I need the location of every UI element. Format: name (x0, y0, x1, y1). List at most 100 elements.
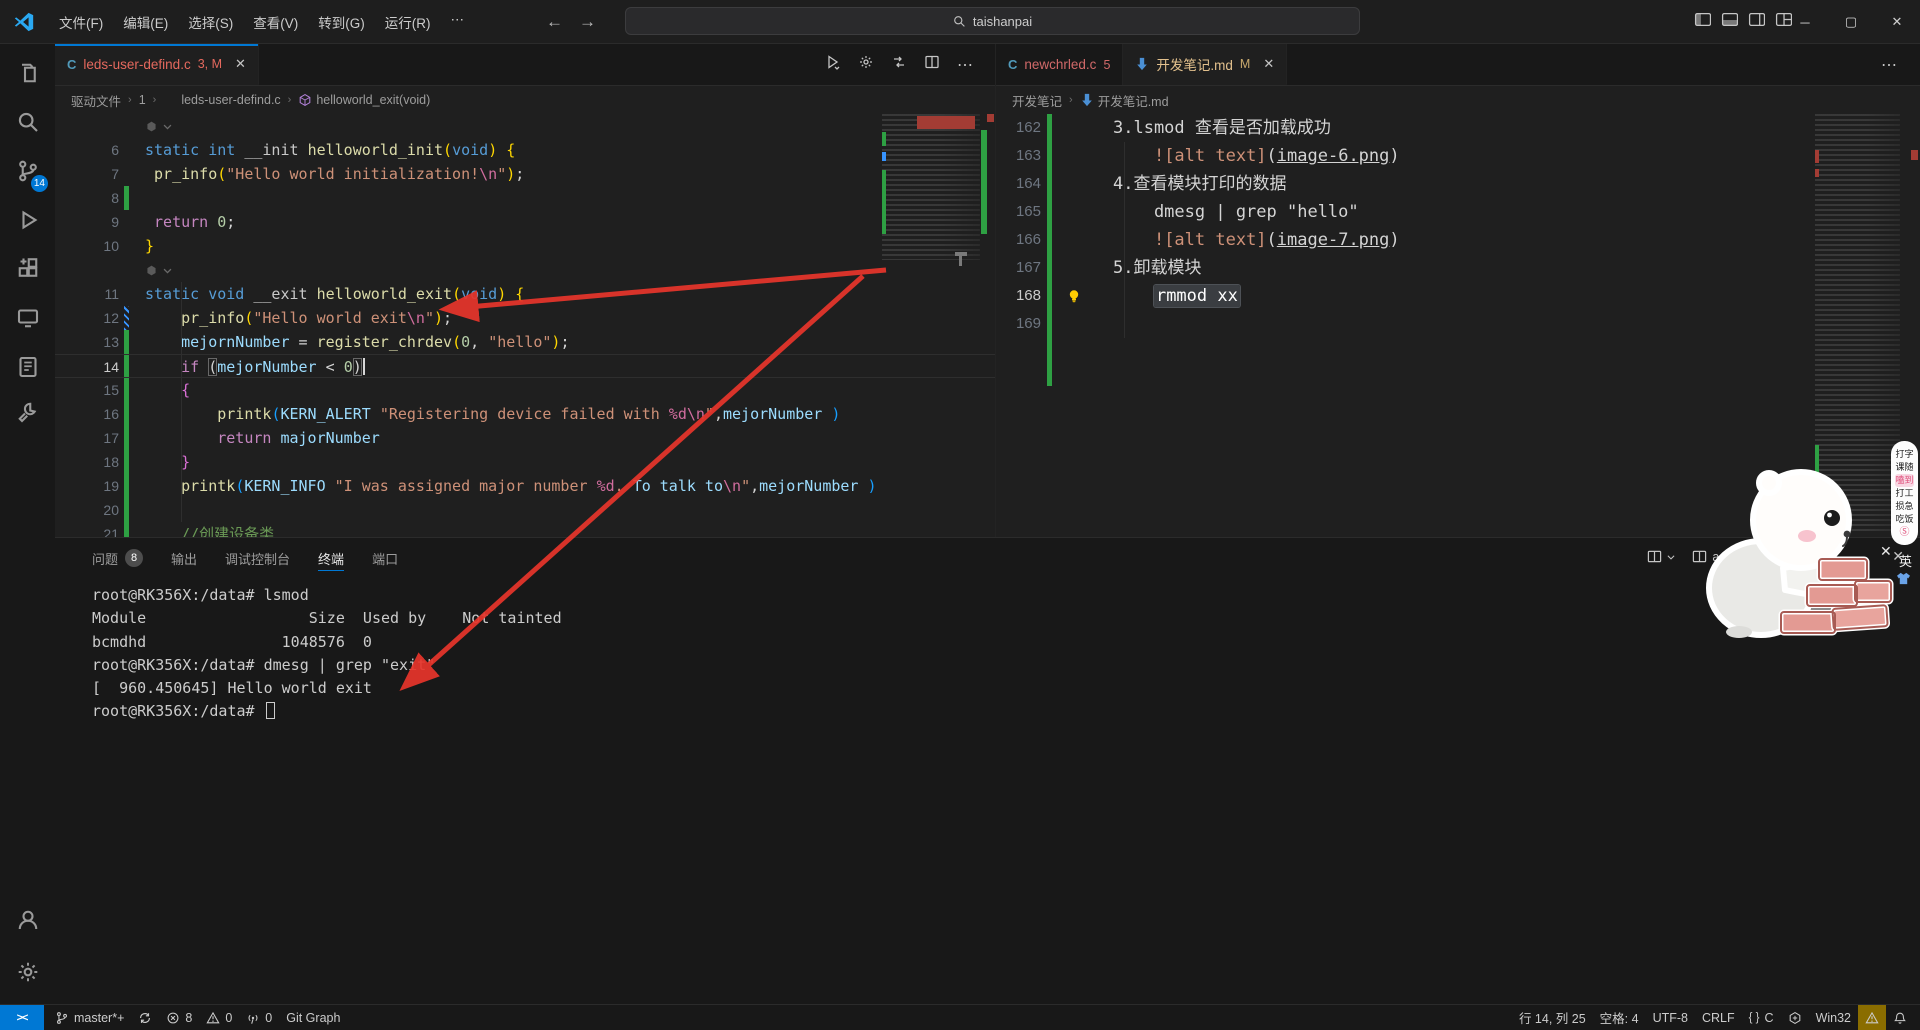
panel-tab-问题[interactable]: 问题8 (92, 538, 143, 578)
activity-remote-explorer-icon[interactable] (0, 294, 55, 342)
activity-toolbox-icon[interactable] (0, 388, 55, 436)
status-Win32[interactable]: Win32 (1809, 1005, 1858, 1030)
activity-explorer-icon[interactable] (0, 49, 55, 97)
close-tab-icon[interactable]: ✕ (1263, 56, 1274, 72)
code-line[interactable]: 163 ![alt text](image-6.png) (996, 142, 1920, 170)
status-空格: 4[interactable]: 空格: 4 (1593, 1005, 1646, 1030)
tab-newchrled[interactable]: C newchrled.c 5 (996, 44, 1123, 85)
status-0[interactable]: 0 (199, 1005, 239, 1030)
status-warning-icon[interactable] (1858, 1005, 1886, 1030)
menu-运行(R)[interactable]: 运行(R) (375, 7, 441, 37)
terminal-profile-adb[interactable]: adb (1692, 549, 1733, 564)
menu-查看(V)[interactable]: 查看(V) (243, 7, 308, 37)
status-0[interactable]: 0 (239, 1005, 279, 1030)
toggle-panel-icon[interactable] (1721, 11, 1738, 33)
menu-选择(S)[interactable]: 选择(S) (178, 7, 243, 37)
activity-settings-gear-icon[interactable] (0, 948, 55, 996)
panel-tab-终端[interactable]: 终端 (318, 538, 344, 578)
terminal-output[interactable]: root@RK356X:/data# lsmodModule Size Used… (92, 584, 562, 724)
status-CRLF[interactable]: CRLF (1695, 1005, 1742, 1030)
code-line[interactable]: 1644.查看模块打印的数据 (996, 170, 1920, 198)
breadcrumb-item[interactable]: 开发笔记 (1012, 91, 1062, 110)
code-line[interactable]: 13 mejornNumber = register_chrdev(0, "he… (55, 330, 995, 354)
nav-back-icon[interactable]: ← (546, 12, 563, 32)
status-行 14, 列 25[interactable]: 行 14, 列 25 (1512, 1005, 1593, 1030)
scrollbar-left[interactable] (980, 114, 995, 537)
lightbulb-icon[interactable] (1055, 282, 1093, 310)
breadcrumb-item[interactable]: leds-user-defind.c (163, 93, 280, 107)
code-line[interactable]: 12 pr_info("Hello world exit\n"); (55, 306, 995, 330)
terminal-extra-button[interactable] (1749, 549, 1764, 564)
panel-tab-端口[interactable]: 端口 (372, 538, 398, 578)
run-icon[interactable] (825, 54, 841, 75)
split-terminal-button[interactable] (1647, 549, 1676, 564)
minimize-button[interactable]: ─ (1782, 0, 1828, 44)
status-UTF-8[interactable]: UTF-8 (1646, 1005, 1695, 1030)
gear-icon[interactable] (858, 54, 874, 75)
more-actions-icon[interactable]: ⋯ (957, 55, 973, 75)
activity-run-debug-icon[interactable] (0, 196, 55, 244)
status-bell-icon[interactable] (1886, 1005, 1914, 1030)
toggle-sidebar-icon[interactable] (1694, 11, 1711, 33)
tab-leds-user-defind[interactable]: C leds-user-defind.c 3, M ✕ (55, 44, 259, 85)
close-tab-icon[interactable]: ✕ (235, 56, 246, 72)
ime-close-icon[interactable]: ✕ (1880, 543, 1892, 560)
ime-language-indicator[interactable]: 英 (1899, 551, 1912, 570)
open-changes-icon[interactable] (891, 54, 907, 75)
code-line[interactable]: 7 pr_info("Hello world initialization!\n… (55, 162, 995, 186)
code-line[interactable]: 14 if (mejorNumber < 0) (55, 354, 995, 378)
remote-indicator[interactable]: >< (0, 1005, 44, 1030)
code-line[interactable]: 169 (996, 310, 1920, 338)
code-line[interactable]: 21 //创建设备类 (55, 522, 995, 537)
code-line[interactable]: 10} (55, 234, 995, 258)
activity-account-icon[interactable] (0, 896, 55, 944)
inline-decoration-row[interactable] (55, 258, 995, 282)
code-line[interactable]: 1623.lsmod 查看是否加载成功 (996, 114, 1920, 142)
minimap-right[interactable] (1815, 114, 1900, 534)
status-C[interactable]: { }C (1742, 1005, 1781, 1030)
menu-文件(F)[interactable]: 文件(F) (49, 7, 113, 37)
panel-tab-输出[interactable]: 输出 (171, 538, 197, 578)
toggle-secondary-sidebar-icon[interactable] (1748, 11, 1765, 33)
code-line[interactable]: 20 (55, 498, 995, 522)
code-line[interactable]: 9 return 0; (55, 210, 995, 234)
breadcrumb-item[interactable]: helloworld_exit(void) (298, 93, 430, 107)
breadcrumb-item[interactable]: 开发笔记.md (1080, 91, 1169, 110)
code-line[interactable]: 16 printk(KERN_ALERT "Registering device… (55, 402, 995, 426)
activity-notebook-icon[interactable] (0, 343, 55, 391)
code-line[interactable]: 11static void __exit helloworld_exit(voi… (55, 282, 995, 306)
code-line[interactable]: 1675.卸载模块 (996, 254, 1920, 282)
command-center-search[interactable]: taishanpai (625, 7, 1360, 35)
more-actions-icon[interactable]: ⋯ (1881, 55, 1898, 75)
breadcrumb-item[interactable]: 1 (139, 93, 146, 107)
editor-left-content[interactable]: 6static int __init helloworld_init(void)… (55, 114, 995, 537)
status-sync-icon[interactable] (131, 1005, 159, 1030)
panel-tab-调试控制台[interactable]: 调试控制台 (225, 538, 290, 578)
nav-forward-icon[interactable]: → (579, 12, 596, 32)
status-cpptools-icon[interactable] (1781, 1005, 1809, 1030)
inline-decoration-row[interactable] (55, 114, 995, 138)
activity-source-control-icon[interactable]: 14 (0, 147, 55, 195)
breadcrumb-item[interactable]: 驱动文件 (71, 91, 121, 110)
tab-dev-notes[interactable]: 开发笔记.md M ✕ (1123, 44, 1287, 85)
menu-转到(G)[interactable]: 转到(G) (308, 7, 375, 37)
breadcrumb-left[interactable]: 驱动文件›1›leds-user-defind.c›helloworld_exi… (55, 86, 995, 114)
split-editor-icon[interactable] (924, 54, 940, 75)
code-line[interactable]: 18 } (55, 450, 995, 474)
breadcrumb-right[interactable]: 开发笔记›开发笔记.md (996, 86, 1920, 114)
status-master*+[interactable]: master*+ (48, 1005, 131, 1030)
code-line[interactable]: 168 rmmod xx (996, 282, 1920, 310)
status-8[interactable]: 8 (159, 1005, 199, 1030)
activity-extensions-icon[interactable] (0, 245, 55, 293)
code-line[interactable]: 19 printk(KERN_INFO "I was assigned majo… (55, 474, 995, 498)
minimap-left[interactable] (882, 114, 980, 260)
code-line[interactable]: 166 ![alt text](image-7.png) (996, 226, 1920, 254)
close-window-button[interactable]: ✕ (1874, 0, 1920, 44)
menu-编辑(E)[interactable]: 编辑(E) (113, 7, 178, 37)
code-line[interactable]: 6static int __init helloworld_init(void)… (55, 138, 995, 162)
editor-right-content[interactable]: 1623.lsmod 查看是否加载成功163 ![alt text](image… (996, 114, 1920, 537)
menu-⋯[interactable]: ⋯ (441, 7, 475, 37)
code-line[interactable]: 165 dmesg | grep "hello" (996, 198, 1920, 226)
activity-search-icon[interactable] (0, 98, 55, 146)
status-Git Graph[interactable]: Git Graph (279, 1005, 347, 1030)
